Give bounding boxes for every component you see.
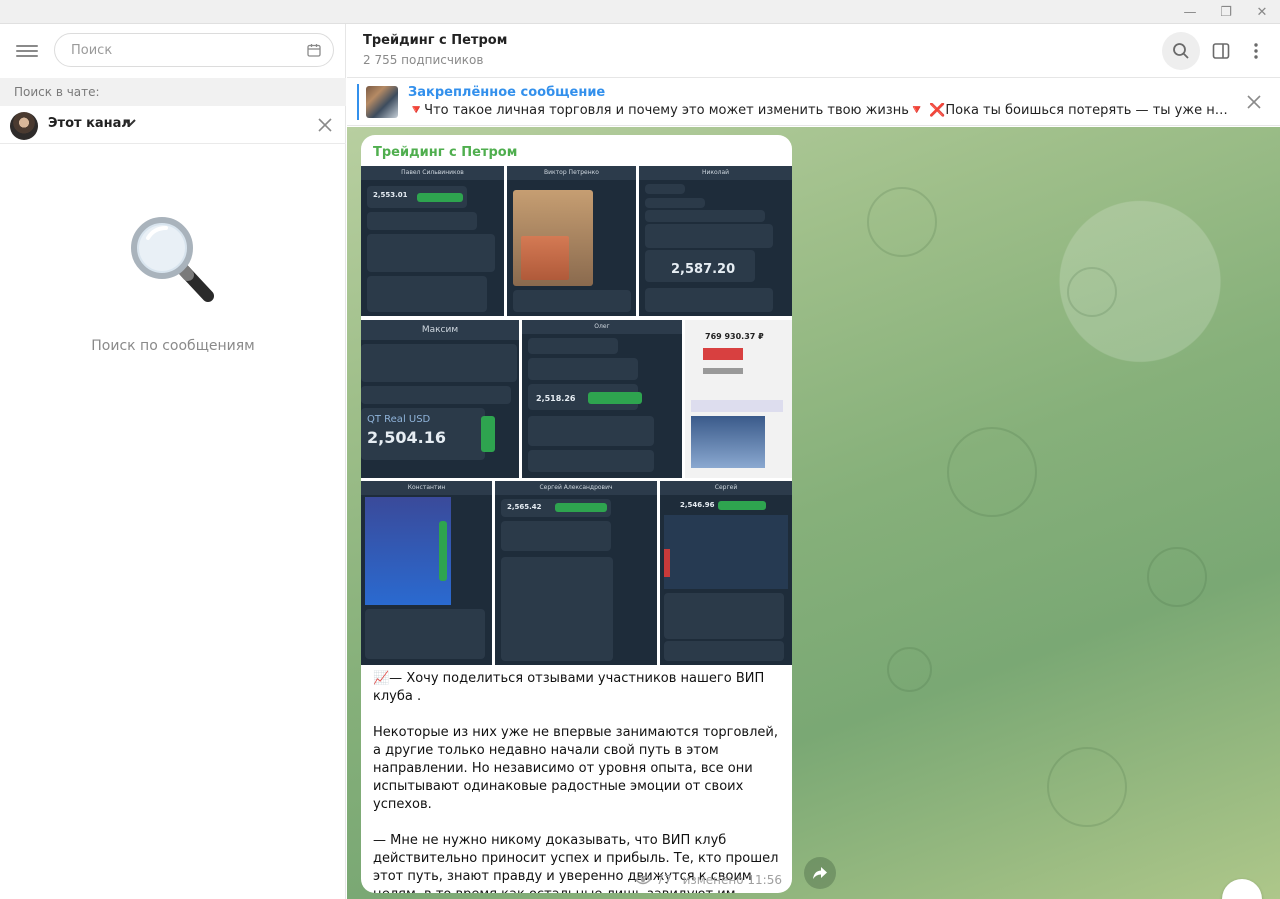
message-author[interactable]: Трейдинг с Петром [373,145,517,160]
screenshot-amount: 769 930.37 ₽ [705,332,764,341]
restore-button[interactable]: ❐ [1210,0,1242,24]
chevron-down-icon[interactable] [123,118,137,128]
screenshot-title: Максим [421,325,459,335]
screenshot-title: Сергей Александрович [539,484,613,491]
search-in-chat-label: Поиск в чате: [0,78,346,106]
screenshot-amount: 2,504.16 [367,428,446,447]
screenshot-2[interactable]: Виктор Петренко [507,166,636,316]
screenshot-title: Виктор Петренко [544,169,599,176]
screenshot-title: Олег [594,323,610,330]
screenshot-title: Сергей [714,484,738,491]
channel-avatar [10,112,38,140]
minimize-button[interactable]: — [1174,0,1206,24]
screenshot-9[interactable]: Сергей 2,546.96 [660,481,792,665]
share-icon [813,867,827,879]
wallpaper-doodle [1147,547,1207,607]
message-paragraph: Некоторые из них уже не впервые занимают… [373,725,778,812]
screenshot-amount: 2,518.26 [536,394,576,403]
more-button[interactable] [1237,32,1275,70]
chat-header: Трейдинг с Петром 2 755 подписчиков [347,24,1280,78]
pinned-text: 🔻Что такое личная торговля и почему это … [408,103,1228,118]
empty-search-text: Поиск по сообщениям [91,338,255,354]
screenshot-7[interactable]: Константин [361,481,492,665]
screenshot-label: QT Real USD [367,414,431,425]
screenshot-6[interactable]: 769 930.37 ₽ [685,320,792,478]
message-paragraph: 📈— Хочу поделиться отзывами участников н… [373,671,765,704]
search-icon [1173,43,1189,59]
screenshot-title: Николай [701,169,730,176]
pinned-message-bar[interactable]: Закреплённое сообщение 🔻Что такое личная… [347,78,1280,126]
screenshot-5[interactable]: Олег 2,518.26 [522,320,682,478]
wallpaper-doodle [1047,747,1127,827]
window-close-button[interactable]: ✕ [1246,0,1278,24]
view-count: 77 [656,873,672,887]
screenshot-amount: 2,546.96 [680,501,715,509]
pinned-thumbnail [366,86,398,118]
menu-icon[interactable] [16,42,38,60]
wallpaper-doodle [867,187,937,257]
chat-area: Трейдинг с Петром Павел Сильвиников 2,55… [347,127,1280,899]
chat-title[interactable]: Трейдинг с Петром [363,33,507,48]
share-button[interactable] [804,857,836,889]
search-button[interactable] [1162,32,1200,70]
empty-search-state: Поиск по сообщениям [0,214,346,354]
sidebar: Поиск в чате: Этот канал Поиск по сообще… [0,24,346,899]
wallpaper-doodle [887,647,932,692]
close-icon[interactable] [316,116,334,134]
message-time: изменено 11:56 [682,873,782,887]
scroll-down-button[interactable] [1222,879,1262,899]
magnifier-icon [131,217,214,302]
screenshot-title: Константин [407,484,446,491]
channel-message[interactable]: Трейдинг с Петром Павел Сильвиников 2,55… [361,135,792,893]
search-scope-row: Этот канал [0,106,346,144]
subscriber-count: 2 755 подписчиков [363,53,484,67]
screenshot-3[interactable]: Николай 2,587.20 [639,166,792,316]
wallpaper-doodle [1067,267,1117,317]
screenshot-4[interactable]: Максим QT Real USD 2,504.16 [361,320,519,478]
eye-icon [635,875,652,885]
screenshot-amount: 2,565.42 [507,503,542,511]
screenshot-1[interactable]: Павел Сильвиников 2,553.01 [361,166,504,316]
more-vertical-icon [1254,43,1258,59]
window-titlebar: — ❐ ✕ [0,0,1280,24]
close-icon[interactable] [1245,93,1263,111]
screenshot-album: Павел Сильвиников 2,553.01 Виктор Петрен… [361,166,792,666]
screenshot-8[interactable]: Сергей Александрович 2,565.42 [495,481,657,665]
screenshot-amount: 2,553.01 [373,191,408,199]
screenshot-amount: 2,587.20 [671,262,736,277]
search-input[interactable] [55,34,285,66]
pinned-title: Закреплённое сообщение [408,85,606,100]
pinned-indicator [357,84,359,120]
scope-selector[interactable]: Этот канал [48,116,131,131]
search-box [54,33,334,67]
sidebar-toggle-button[interactable] [1202,32,1240,70]
message-meta: 77 изменено 11:56 [635,873,782,887]
message-text: 📈— Хочу поделиться отзывами участников н… [373,670,783,893]
calendar-icon[interactable] [307,43,321,57]
sidebar-toggle-icon [1212,43,1230,59]
screenshot-title: Павел Сильвиников [401,169,464,176]
wallpaper-doodle [947,427,1037,517]
